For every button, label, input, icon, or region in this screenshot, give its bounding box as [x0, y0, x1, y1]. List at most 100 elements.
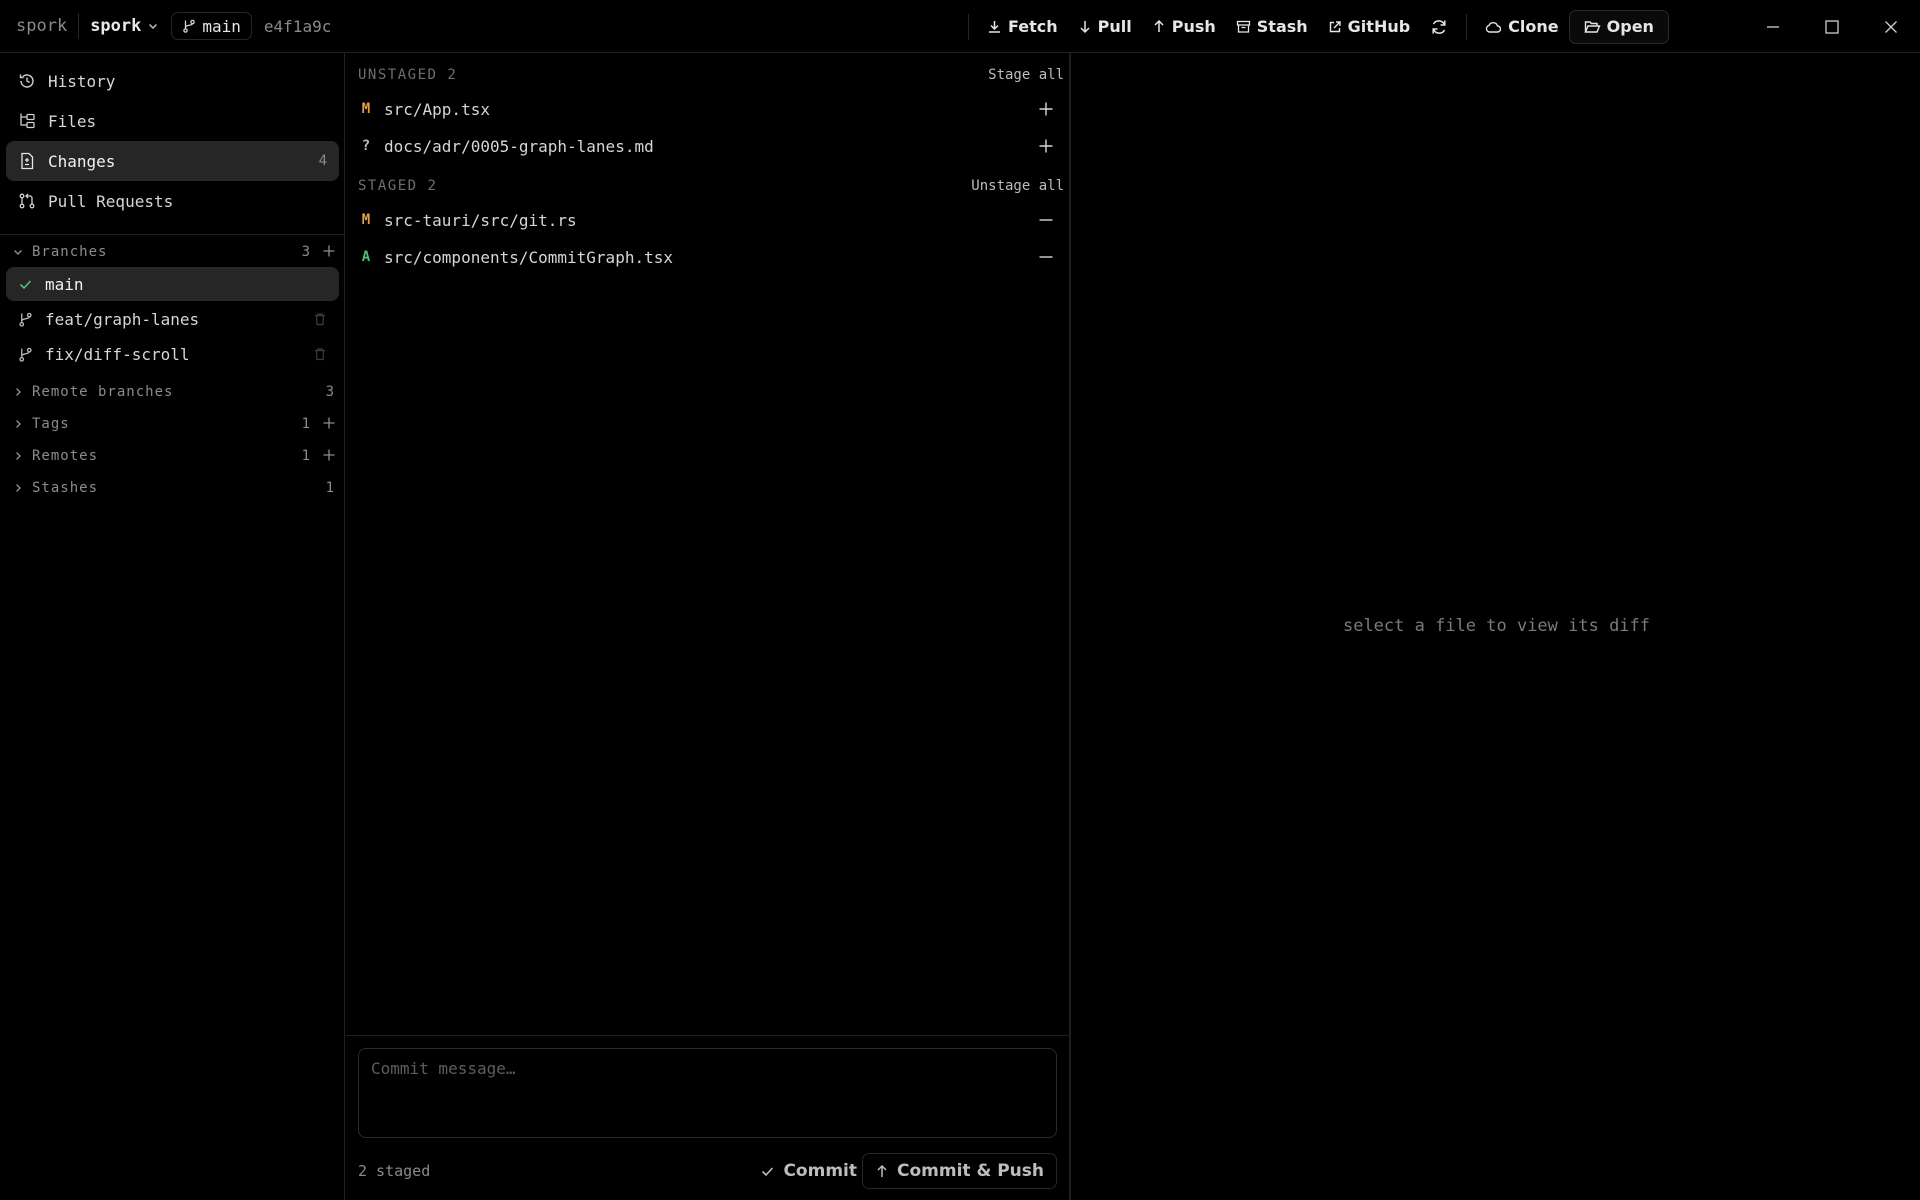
- unstaged-group-header: UNSTAGED 2 Stage all: [358, 65, 1064, 85]
- staged-group-label: STAGED 2: [358, 178, 438, 194]
- remotes-section-label: Remotes: [32, 448, 99, 464]
- unstage-all-button[interactable]: Unstage all: [971, 178, 1064, 194]
- stage-file-button[interactable]: [1038, 101, 1054, 117]
- minimize-icon: [1765, 19, 1781, 35]
- tags-section-label: Tags: [32, 416, 70, 432]
- nav-pull-requests[interactable]: Pull Requests: [6, 181, 339, 221]
- pull-label: Pull: [1097, 17, 1132, 36]
- github-label: GitHub: [1347, 17, 1411, 36]
- branch-item-fix-diff-scroll[interactable]: fix/diff-scroll: [6, 337, 339, 371]
- cloud-icon: [1485, 20, 1502, 34]
- file-status-added: A: [361, 249, 371, 265]
- stash-label: Stash: [1256, 17, 1308, 36]
- commit-message-input[interactable]: [358, 1048, 1057, 1138]
- trash-icon: [315, 313, 325, 326]
- close-window-button[interactable]: [1862, 0, 1920, 53]
- maximize-icon: [1824, 19, 1840, 35]
- diff-panel: select a file to view its diff: [1073, 53, 1920, 1200]
- push-button[interactable]: Push: [1142, 10, 1226, 44]
- pull-button[interactable]: Pull: [1068, 10, 1142, 44]
- fetch-label: Fetch: [1008, 17, 1058, 36]
- repo-name: spork: [90, 16, 142, 36]
- chevron-right-icon: [12, 386, 24, 398]
- remotes-count: 1: [301, 448, 310, 464]
- arrow-up-icon: [1152, 19, 1166, 34]
- stashes-section-label: Stashes: [32, 480, 99, 496]
- changes-count-badge: 4: [318, 153, 327, 169]
- chevron-down-icon: [12, 246, 24, 258]
- stage-file-button[interactable]: [1038, 138, 1054, 154]
- add-remote-button[interactable]: [322, 448, 336, 462]
- stashes-section-header[interactable]: Stashes 1: [12, 476, 336, 500]
- file-diff-icon: [18, 152, 36, 170]
- repo-switcher[interactable]: spork: [90, 16, 159, 36]
- nav-history[interactable]: History: [6, 61, 339, 101]
- maximize-button[interactable]: [1803, 0, 1861, 53]
- staged-file-row[interactable]: A src/components/CommitGraph.tsx: [358, 240, 1064, 274]
- diff-empty-message: select a file to view its diff: [1342, 616, 1651, 636]
- remote-branches-section-header[interactable]: Remote branches 3: [12, 380, 336, 404]
- open-button[interactable]: Open: [1568, 9, 1669, 44]
- plus-icon: [1039, 102, 1053, 116]
- file-path: src/components/CommitGraph.tsx: [384, 247, 673, 267]
- git-pull-request-icon: [18, 192, 36, 210]
- clone-button[interactable]: Clone: [1475, 10, 1568, 44]
- chevron-right-icon: [12, 418, 24, 430]
- stash-button[interactable]: Stash: [1226, 10, 1318, 44]
- unstaged-file-row[interactable]: M src/App.tsx: [358, 92, 1064, 126]
- unstage-file-button[interactable]: [1038, 249, 1054, 265]
- download-icon: [987, 19, 1002, 34]
- title-separator: [78, 13, 80, 39]
- branches-section-header[interactable]: Branches 3: [12, 240, 336, 264]
- arrow-up-icon: [875, 1164, 889, 1179]
- app-name: spork: [16, 16, 68, 36]
- nav-files-label: Files: [48, 111, 97, 131]
- plus-icon: [323, 449, 335, 461]
- file-path: src-tauri/src/git.rs: [384, 210, 577, 230]
- nav-changes[interactable]: Changes 4: [6, 141, 339, 181]
- toolbar-divider: [1466, 13, 1468, 40]
- fetch-button[interactable]: Fetch: [977, 10, 1068, 44]
- branch-item-main[interactable]: main: [6, 267, 339, 301]
- plus-icon: [323, 417, 335, 429]
- commit-button[interactable]: Commit: [748, 1153, 869, 1189]
- remotes-section-header[interactable]: Remotes 1: [12, 444, 336, 468]
- current-branch-label: main: [202, 16, 241, 36]
- archive-icon: [1236, 19, 1251, 34]
- unstage-file-button[interactable]: [1038, 212, 1054, 228]
- minus-icon: [1039, 256, 1053, 258]
- branch-name: main: [45, 274, 84, 294]
- add-branch-button[interactable]: [322, 244, 336, 258]
- chevron-down-icon: [147, 20, 159, 32]
- sidebar-divider: [0, 234, 345, 235]
- git-branch-icon: [18, 312, 33, 327]
- open-label: Open: [1606, 17, 1654, 36]
- commit-label: Commit: [783, 1161, 857, 1181]
- nav-files[interactable]: Files: [6, 101, 339, 141]
- branch-item-feat-graph-lanes[interactable]: feat/graph-lanes: [6, 302, 339, 336]
- github-button[interactable]: GitHub: [1318, 10, 1421, 44]
- stashes-count: 1: [325, 480, 334, 496]
- commit-area: 2 staged Commit Commit & Push: [346, 1035, 1069, 1200]
- changes-panel: UNSTAGED 2 Stage all M src/App.tsx ? doc…: [346, 53, 1071, 1200]
- folder-open-icon: [1584, 20, 1601, 34]
- staged-file-row[interactable]: M src-tauri/src/git.rs: [358, 203, 1064, 237]
- remote-branches-section-label: Remote branches: [32, 384, 174, 400]
- minus-icon: [1039, 219, 1053, 221]
- tags-section-header[interactable]: Tags 1: [12, 412, 336, 436]
- add-tag-button[interactable]: [322, 416, 336, 430]
- nav-pull-requests-label: Pull Requests: [48, 191, 174, 211]
- remote-branches-count: 3: [325, 384, 334, 400]
- delete-branch-button[interactable]: [313, 347, 327, 361]
- file-path: docs/adr/0005-graph-lanes.md: [384, 136, 654, 156]
- branches-count: 3: [301, 244, 310, 260]
- refresh-icon: [1430, 18, 1448, 36]
- delete-branch-button[interactable]: [313, 312, 327, 326]
- file-status-modified: M: [361, 101, 371, 117]
- unstaged-file-row[interactable]: ? docs/adr/0005-graph-lanes.md: [358, 129, 1064, 163]
- branch-switcher[interactable]: main: [171, 12, 252, 40]
- minimize-button[interactable]: [1744, 0, 1802, 53]
- refresh-button[interactable]: [1420, 10, 1458, 44]
- stage-all-button[interactable]: Stage all: [988, 67, 1064, 83]
- commit-and-push-button[interactable]: Commit & Push: [862, 1153, 1057, 1189]
